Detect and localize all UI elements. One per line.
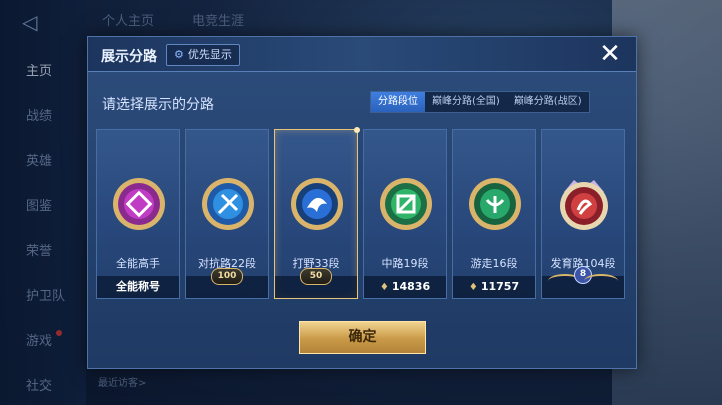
segment-lane-rank[interactable]: 分路段位 [371,92,425,112]
dialog-header: 展示分路 ⚙ 优先显示 ✕ [88,37,636,72]
roam-emblem-icon [469,178,521,230]
lane-card-footer: 50 [275,268,357,298]
priority-display-button[interactable]: ⚙ 优先显示 [166,44,240,66]
lane-card-farm-lane[interactable]: 发育路104段 8 [541,129,625,299]
lane-card-footer: ♦ 14836 [364,276,446,298]
close-icon[interactable]: ✕ [597,41,623,68]
diamond-icon: ♦ [468,282,478,293]
gear-icon: ⚙ [174,48,184,61]
lane-card-name: 中路19段 [381,257,429,270]
segment-peak-lane-region[interactable]: 巅峰分路(战区) [507,92,589,112]
lane-card-mid-lane[interactable]: 中路19段 ♦ 14836 [363,129,447,299]
lane-card-jungle[interactable]: 打野33段 50 [274,127,360,299]
segment-peak-lane-national[interactable]: 巅峰分路(全国) [425,92,507,112]
priority-display-label: 优先显示 [187,48,232,61]
diamond-icon: ♦ [379,282,389,293]
lane-card-clash-lane[interactable]: 对抗路22段 100 [185,129,269,299]
mid-lane-emblem-icon [380,178,432,230]
lane-card-list: 全能高手 全能称号 对抗路22段 100 打野33段 50 中路19段 ♦ 14… [96,127,628,301]
dialog-title: 展示分路 [101,49,157,65]
lane-card-name: 全能高手 [116,257,160,270]
lane-type-segmented-control: 分路段位 巅峰分路(全国) 巅峰分路(战区) [370,91,590,113]
lane-card-footer: ♦ 11757 [453,276,535,298]
lane-score-value: 14836 [391,280,431,293]
lane-card-all-round[interactable]: 全能高手 全能称号 [96,129,180,299]
selected-corner-marker [354,127,360,133]
lane-card-footer: 8 [542,266,624,298]
peak-score-badge: 50 [300,268,332,285]
lane-card-name: 游走16段 [470,257,518,270]
lane-card-footer: 全能称号 [97,276,179,298]
wing-right-icon [584,274,618,288]
clash-lane-emblem-icon [202,178,254,230]
all-round-emblem-icon [113,178,165,230]
lane-card-footer: 100 [186,268,268,298]
lane-display-dialog: 展示分路 ⚙ 优先显示 ✕ 请选择展示的分路 分路段位 巅峰分路(全国) 巅峰分路… [87,36,637,369]
lane-score-value: 11757 [480,280,520,293]
farm-lane-emblem-icon [560,180,608,230]
lane-card-roam[interactable]: 游走16段 ♦ 11757 [452,129,536,299]
peak-score-badge: 100 [211,268,243,285]
jungle-emblem-icon [291,178,343,230]
select-lane-prompt: 请选择展示的分路 [102,97,214,113]
confirm-button[interactable]: 确定 [299,321,426,354]
